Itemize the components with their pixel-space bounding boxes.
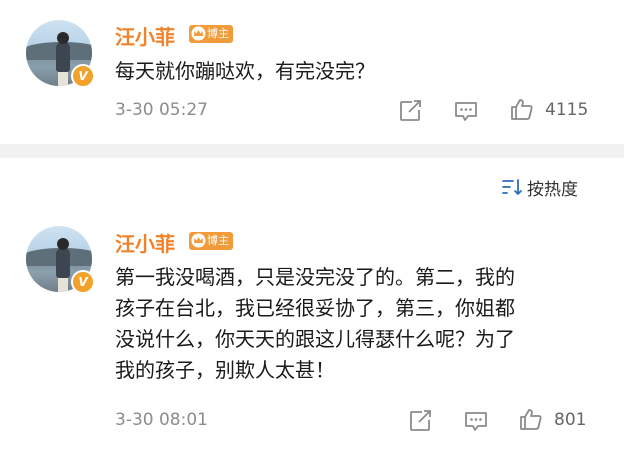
comment-line: 没说什么，你天天的跟这儿得瑟什么呢？为了 bbox=[115, 327, 515, 351]
role-badge: 博主 bbox=[189, 232, 233, 250]
comment-post: V 汪小菲 博主 第一我没喝酒，只是没完没了的。第二，我的 孩子在台北，我已经很… bbox=[0, 0, 624, 455]
username[interactable]: 汪小菲 bbox=[115, 228, 175, 257]
comment-icon[interactable] bbox=[463, 409, 489, 433]
crown-icon bbox=[191, 233, 206, 248]
like-count: 801 bbox=[554, 410, 587, 430]
comment-line: 我的孩子，别欺人太甚！ bbox=[115, 358, 335, 382]
role-badge-label: 博主 bbox=[207, 234, 229, 247]
thumbs-up-icon[interactable] bbox=[518, 407, 544, 431]
comment-line: 孩子在台北，我已经很妥协了，第三，你姐都 bbox=[115, 296, 515, 320]
share-icon[interactable] bbox=[408, 409, 434, 433]
comment-text: 第一我没喝酒，只是没完没了的。第二，我的 孩子在台北，我已经很妥协了，第三，你姐… bbox=[115, 262, 615, 386]
timestamp: 3-30 08:01 bbox=[115, 410, 208, 430]
comment-line: 第一我没喝酒，只是没完没了的。第二，我的 bbox=[115, 265, 515, 289]
verified-badge-icon: V bbox=[71, 270, 95, 294]
